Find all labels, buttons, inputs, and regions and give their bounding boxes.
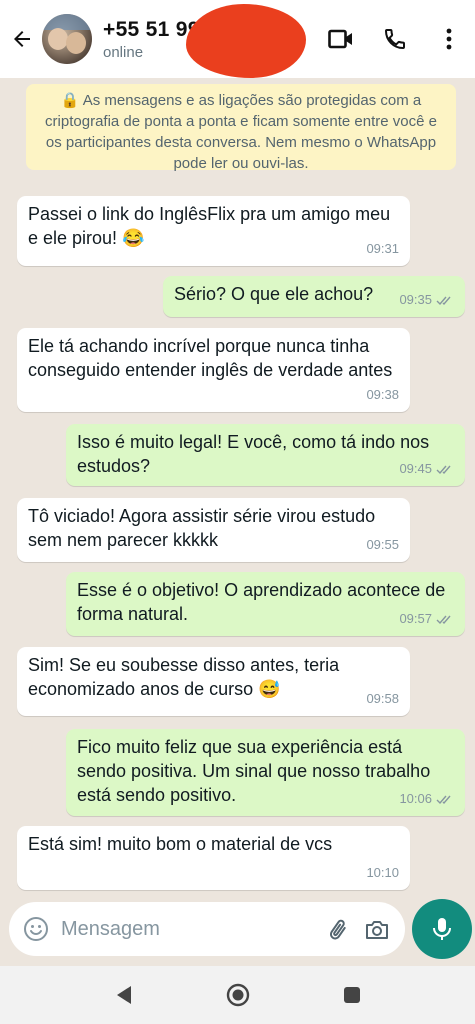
message-time: 10:06 bbox=[399, 791, 432, 806]
chat-area[interactable]: 🔒 As mensagens e as ligações são protegi… bbox=[0, 78, 475, 898]
back-button[interactable] bbox=[2, 0, 42, 78]
message-text: Passei o link do InglêsFlix pra um amigo… bbox=[28, 204, 391, 248]
message-text: Sim! Se eu soubesse disso antes, teria e… bbox=[28, 655, 340, 699]
message-text: Fico muito feliz que sua experiência est… bbox=[77, 737, 431, 805]
emoji-button[interactable] bbox=[11, 916, 61, 942]
chat-header: +55 51 995 online bbox=[0, 0, 475, 78]
message-bubble[interactable]: Ele tá achando incrível porque nunca tin… bbox=[17, 328, 410, 412]
attach-icon bbox=[329, 919, 346, 940]
message-text: Tô viciado! Agora assistir série virou e… bbox=[28, 506, 376, 550]
emoji-icon bbox=[24, 917, 48, 941]
nav-home-icon bbox=[226, 983, 249, 1007]
message-input[interactable] bbox=[61, 909, 301, 949]
message-bubble[interactable]: Isso é muito legal! E você, como tá indo… bbox=[66, 424, 465, 486]
message-bubble[interactable]: Fico muito feliz que sua experiência est… bbox=[66, 729, 465, 816]
read-ticks-icon bbox=[436, 296, 451, 305]
message-time: 09:38 bbox=[366, 387, 399, 402]
read-ticks-icon bbox=[436, 795, 451, 804]
message-time: 09:45 bbox=[399, 461, 432, 476]
message-composer bbox=[9, 902, 405, 956]
message-time: 09:31 bbox=[366, 241, 399, 256]
read-ticks-icon bbox=[436, 615, 451, 624]
nav-recents-icon bbox=[343, 987, 360, 1003]
phone-icon bbox=[384, 29, 405, 50]
video-call-button[interactable] bbox=[325, 19, 357, 59]
avatar[interactable] bbox=[42, 14, 92, 64]
message-time: 10:10 bbox=[366, 865, 399, 880]
message-bubble[interactable]: Tô viciado! Agora assistir série virou e… bbox=[17, 498, 410, 562]
video-call-icon bbox=[328, 29, 352, 49]
message-bubble[interactable]: Sim! Se eu soubesse disso antes, teria e… bbox=[17, 647, 410, 716]
message-text: Está sim! muito bom o material de vcs bbox=[28, 834, 333, 854]
nav-back-button[interactable] bbox=[106, 977, 142, 1013]
voice-message-button[interactable] bbox=[412, 899, 472, 959]
message-bubble[interactable]: Sério? O que ele achou? 09:35 bbox=[163, 276, 465, 317]
message-text: Ele tá achando incrível porque nunca tin… bbox=[28, 336, 393, 380]
encryption-notice[interactable]: 🔒 As mensagens e as ligações são protegi… bbox=[26, 84, 456, 172]
system-nav-bar bbox=[0, 966, 475, 1024]
message-time: 09:55 bbox=[366, 537, 399, 552]
read-ticks-icon bbox=[436, 465, 451, 474]
nav-recents-button[interactable] bbox=[334, 977, 370, 1013]
message-time: 09:58 bbox=[366, 691, 399, 706]
message-time: 09:35 bbox=[399, 292, 432, 307]
message-bubble[interactable]: Esse é o objetivo! O aprendizado acontec… bbox=[66, 572, 465, 636]
attach-button[interactable] bbox=[323, 914, 355, 946]
redaction-scribble bbox=[186, 4, 306, 78]
back-arrow-icon bbox=[14, 31, 30, 47]
camera-icon bbox=[366, 921, 388, 939]
message-bubble[interactable]: Passei o link do InglêsFlix pra um amigo… bbox=[17, 196, 410, 266]
camera-button[interactable] bbox=[361, 914, 393, 946]
message-text: Isso é muito legal! E você, como tá indo… bbox=[77, 432, 430, 476]
mic-icon bbox=[433, 918, 451, 940]
message-time: 09:57 bbox=[399, 611, 432, 626]
voice-call-button[interactable] bbox=[379, 19, 411, 59]
nav-home-button[interactable] bbox=[220, 977, 256, 1013]
message-text: Esse é o objetivo! O aprendizado acontec… bbox=[77, 580, 446, 624]
message-bubble[interactable]: Está sim! muito bom o material de vcs 10… bbox=[17, 826, 410, 890]
more-vert-icon bbox=[446, 28, 452, 50]
nav-back-icon bbox=[116, 986, 131, 1004]
more-options-button[interactable] bbox=[433, 19, 465, 59]
